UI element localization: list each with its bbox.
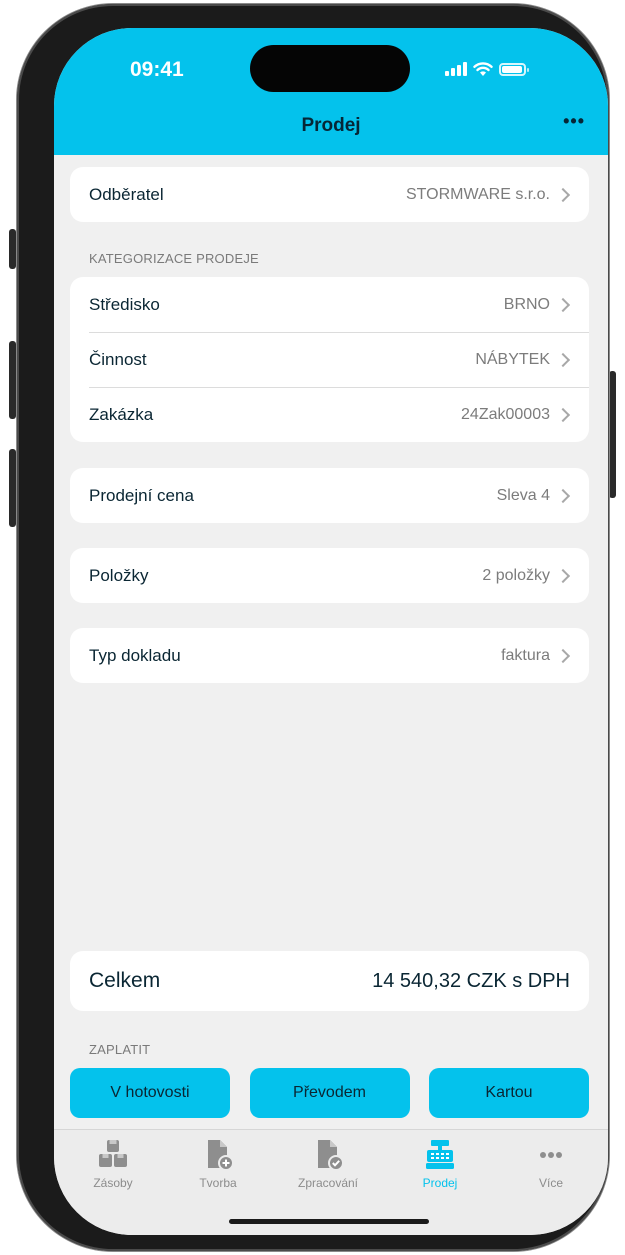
tab-label-zpracovani: Zpracování xyxy=(297,1176,359,1190)
dynamic-island xyxy=(250,45,410,92)
odberatel-value-group: STORMWARE s.r.o. xyxy=(406,186,571,204)
cinnost-label: Činnost xyxy=(89,349,147,369)
battery-icon xyxy=(499,62,529,76)
chevron-right-icon xyxy=(555,407,571,422)
cinnost-value: NÁBYTEK xyxy=(475,350,550,368)
tab-label-zasoby: Zásoby xyxy=(93,1176,133,1190)
odberatel-value: STORMWARE s.r.o. xyxy=(405,185,550,203)
tab-label-tvorba: Tvorba xyxy=(199,1176,237,1190)
prodejni-cena-row[interactable]: Prodejní cena Sleva 4 xyxy=(70,468,589,523)
chevron-right-icon xyxy=(555,297,571,312)
odberatel-row[interactable]: Odběratel STORMWARE s.r.o. xyxy=(70,167,589,222)
polozky-value-group: 2 položky xyxy=(482,567,571,585)
more-options-button[interactable]: ••• xyxy=(563,111,585,132)
stredisko-value: BRNO xyxy=(503,295,550,313)
typ-dokladu-value-group: faktura xyxy=(501,647,571,665)
screen: 09:41 Prodej ••• Odběratel STORMWARE s.r… xyxy=(54,28,608,1235)
odberatel-label: Odběratel xyxy=(89,184,164,204)
chevron-right-icon xyxy=(555,648,571,663)
zakazka-label: Zakázka xyxy=(89,404,154,424)
prodejni-cena-value: Sleva 4 xyxy=(496,486,550,504)
tab-tvorba[interactable]: Tvorba xyxy=(173,1138,263,1190)
odberatel-card: Odběratel STORMWARE s.r.o. xyxy=(70,167,589,222)
page-title: Prodej xyxy=(301,115,361,136)
cellular-signal-icon xyxy=(445,62,467,76)
tab-label-prodej: Prodej xyxy=(422,1176,458,1190)
zakazka-value: 24Zak00003 xyxy=(461,405,550,423)
payment-buttons: V hotovosti Převodem Kartou xyxy=(70,1068,589,1118)
kategorizace-header: KATEGORIZACE PRODEJE xyxy=(89,251,259,266)
typ-dokladu-row[interactable]: Typ dokladu faktura xyxy=(70,628,589,683)
status-icons xyxy=(445,61,529,77)
pay-cash-button[interactable]: V hotovosti xyxy=(70,1068,230,1118)
cinnost-value-group: NÁBYTEK xyxy=(475,351,571,369)
typ-dokladu-card: Typ dokladu faktura xyxy=(70,628,589,683)
total-card: Celkem 14 540,32 CZK s DPH xyxy=(70,951,589,1011)
volume-up-button xyxy=(9,341,16,419)
polozky-row[interactable]: Položky 2 položky xyxy=(70,548,589,603)
polozky-value: 2 položky xyxy=(482,566,550,584)
pay-card-button[interactable]: Kartou xyxy=(429,1068,589,1118)
polozky-card: Položky 2 položky xyxy=(70,548,589,603)
zakazka-row[interactable]: Zakázka 24Zak00003 xyxy=(70,387,589,442)
typ-dokladu-value: faktura xyxy=(501,646,550,664)
chevron-right-icon xyxy=(555,568,571,583)
pay-transfer-button[interactable]: Převodem xyxy=(249,1068,410,1118)
mute-switch xyxy=(9,229,16,269)
stredisko-row[interactable]: Středisko BRNO xyxy=(70,277,589,332)
prodejni-cena-card: Prodejní cena Sleva 4 xyxy=(70,468,589,523)
power-button xyxy=(609,371,616,498)
cash-register-icon xyxy=(426,1140,454,1169)
cinnost-row[interactable]: Činnost NÁBYTEK xyxy=(70,332,589,387)
typ-dokladu-label: Typ dokladu xyxy=(89,645,181,665)
total-value: 14 540,32 CZK s DPH xyxy=(372,969,570,992)
boxes-icon xyxy=(99,1140,127,1167)
document-add-icon xyxy=(208,1140,234,1171)
stredisko-value-group: BRNO xyxy=(504,296,571,314)
prodejni-cena-value-group: Sleva 4 xyxy=(497,487,571,505)
chevron-right-icon xyxy=(555,187,571,202)
wifi-icon xyxy=(473,61,493,76)
volume-down-button xyxy=(9,449,16,527)
stredisko-label: Středisko xyxy=(89,294,160,314)
document-check-icon xyxy=(318,1140,344,1171)
total-label: Celkem xyxy=(89,969,161,992)
tab-vice[interactable]: Více xyxy=(506,1138,596,1190)
tab-zpracovani[interactable]: Zpracování xyxy=(283,1138,373,1190)
chevron-right-icon xyxy=(555,352,571,367)
tab-prodej[interactable]: Prodej xyxy=(395,1138,485,1190)
more-icon xyxy=(540,1152,562,1158)
kategorizace-card: Středisko BRNO Činnost NÁBYTEK Zakázka 2… xyxy=(70,277,589,442)
status-time: 09:41 xyxy=(130,58,184,81)
tab-label-vice: Více xyxy=(538,1176,563,1190)
prodejni-cena-label: Prodejní cena xyxy=(89,485,194,505)
tab-zasoby[interactable]: Zásoby xyxy=(68,1138,158,1190)
chevron-right-icon xyxy=(555,488,571,503)
navigation-header: 09:41 Prodej ••• xyxy=(54,28,608,155)
zaplatit-header: ZAPLATIT xyxy=(89,1042,151,1057)
zakazka-value-group: 24Zak00003 xyxy=(461,406,571,424)
polozky-label: Položky xyxy=(89,565,149,585)
home-indicator[interactable] xyxy=(229,1219,429,1224)
phone-frame: 09:41 Prodej ••• Odběratel STORMWARE s.r… xyxy=(17,4,609,1251)
